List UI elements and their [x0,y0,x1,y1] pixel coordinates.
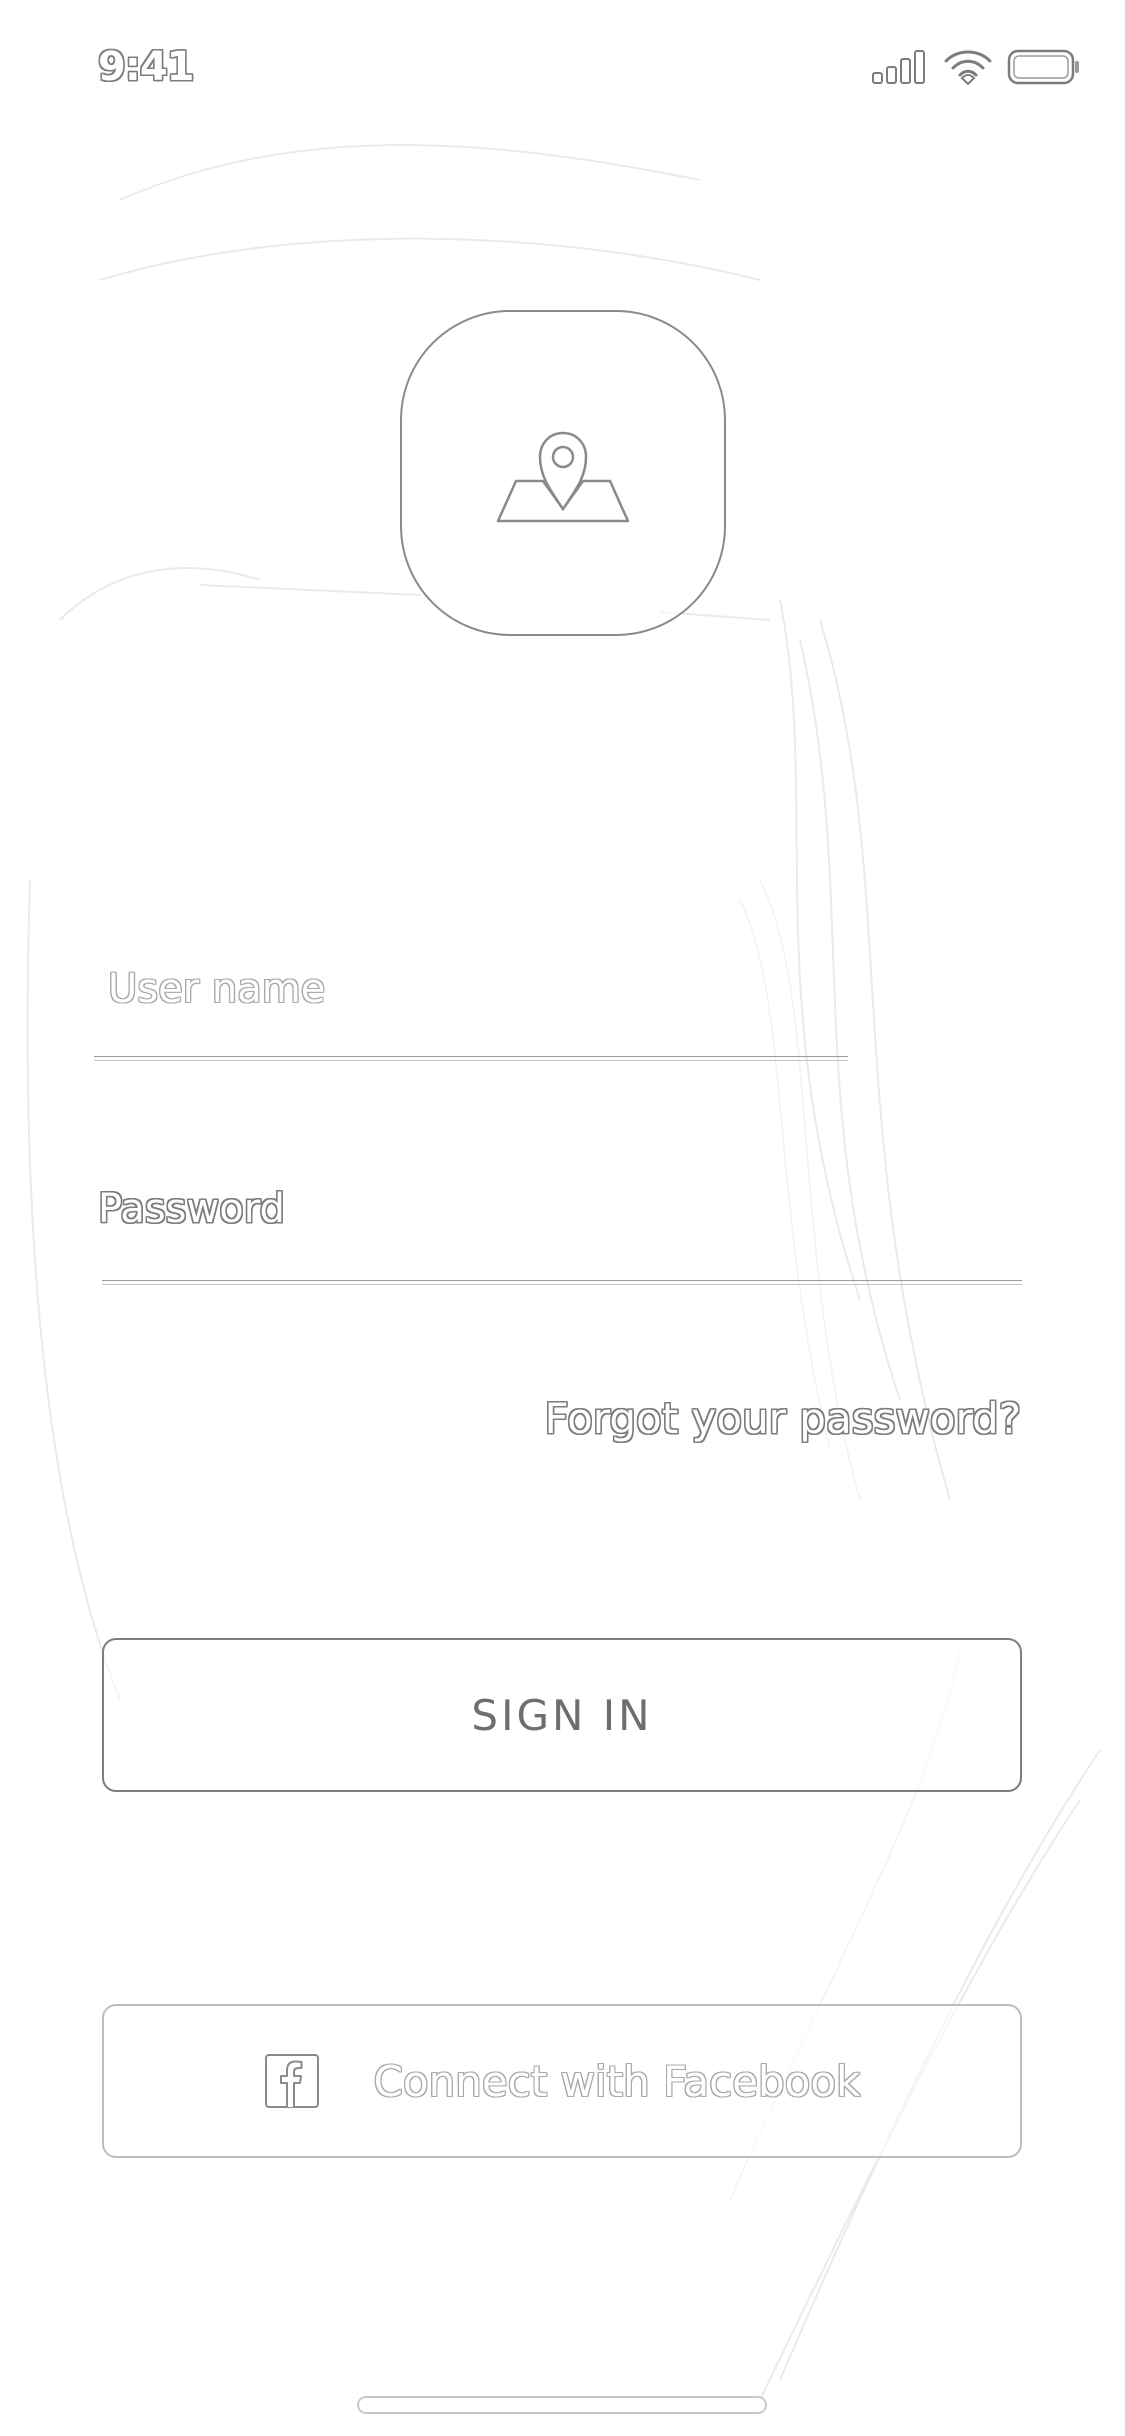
wifi-icon [944,50,992,86]
username-underline [94,1056,848,1061]
connect-facebook-label: Connect with Facebook [373,2056,861,2106]
password-underline [102,1280,1022,1285]
status-icons [871,48,1081,86]
forgot-password-link[interactable]: Forgot your password? [544,1394,1021,1443]
password-input[interactable] [96,1170,1021,1250]
home-indicator[interactable] [357,2396,767,2414]
cellular-signal-icon [872,50,925,84]
status-time: 9:41 [98,44,194,90]
connect-facebook-button[interactable]: Connect with Facebook [102,2004,1022,2158]
sign-in-button[interactable]: SIGN IN [102,1638,1022,1792]
battery-icon [1007,49,1079,85]
sign-in-label: SIGN IN [471,1690,653,1740]
facebook-icon [264,2054,319,2108]
app-logo [400,310,726,636]
login-screen: 9:41 User name Password Forgot your pass… [0,0,1125,2436]
username-input[interactable] [100,950,845,1030]
map-pin-icon [496,431,630,523]
